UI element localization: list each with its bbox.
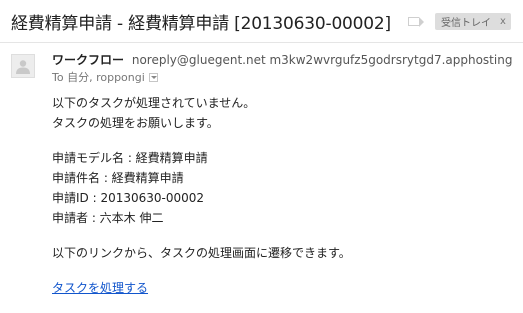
label-chip-inbox[interactable]: 受信トレイ x xyxy=(434,12,511,30)
body-instruction: 以下のリンクから、タスクの処理画面に遷移できます。 xyxy=(52,246,351,260)
default-avatar-icon xyxy=(11,54,35,78)
remove-label-button[interactable]: x xyxy=(500,16,506,27)
header-divider xyxy=(0,42,523,43)
chevron-down-icon[interactable] xyxy=(148,72,158,82)
body-subject-name: 申請件名 : 経費精算申請 xyxy=(52,171,184,185)
sender-line: ワークフロー noreply@gluegent.net m3kw2wvrgufz… xyxy=(52,51,512,68)
label-chip-text: 受信トレイ xyxy=(440,17,491,29)
body-request-id: 申請ID : 20130630-00002 xyxy=(52,191,205,205)
email-subject: 経費精算申請 - 経費精算申請 [20130630-00002] xyxy=(11,13,391,34)
recipient-line: To 自分, roppongi xyxy=(52,69,158,85)
body-intro-line-2: タスクの処理をお願いします。 xyxy=(52,116,219,130)
body-applicant: 申請者 : 六本木 伸二 xyxy=(52,211,164,225)
body-intro-line-1: 以下のタスクが処理されていません。 xyxy=(52,96,256,110)
subject-row: 経費精算申請 - 経費精算申請 [20130630-00002] 受信トレイ x xyxy=(11,6,523,36)
importance-marker-icon[interactable] xyxy=(407,16,424,27)
recipients: To 自分, roppongi xyxy=(52,71,145,84)
sender-name[interactable]: ワークフロー xyxy=(52,53,124,67)
sender-email: noreply@gluegent.net m3kw2wvrgufz5godrsr… xyxy=(131,53,513,67)
process-task-link[interactable]: タスクを処理する xyxy=(52,281,148,295)
body-model-name: 申請モデル名 : 経費精算申請 xyxy=(52,151,208,165)
email-view: 経費精算申請 - 経費精算申請 [20130630-00002] 受信トレイ x… xyxy=(0,0,523,313)
email-body: 以下のタスクが処理されていません。 タスクの処理をお願いします。 申請モデル名 … xyxy=(52,93,351,298)
